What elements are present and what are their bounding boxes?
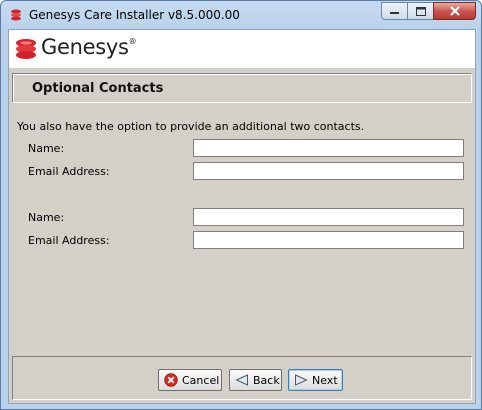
wizard-client-area: Genesys® Optional Contacts You also have…: [8, 29, 476, 404]
title-bar[interactable]: Genesys Care Installer v8.5.000.00: [1, 1, 481, 29]
intro-text: You also have the option to provide an a…: [17, 120, 365, 133]
next-button[interactable]: Next: [288, 369, 343, 391]
page-title: Optional Contacts: [32, 81, 164, 96]
cancel-icon: [164, 373, 178, 387]
next-label: Next: [312, 373, 338, 387]
contact2-email-label: Email Address:: [28, 234, 110, 247]
genesys-logo-icon: [16, 39, 36, 59]
close-icon: [449, 6, 460, 16]
contact2-name-input[interactable]: [193, 208, 464, 226]
genesys-logo-text: Genesys®: [41, 35, 137, 59]
contact1-email-label: Email Address:: [28, 165, 110, 178]
cancel-label: Cancel: [182, 373, 220, 387]
installer-window: Genesys Care Installer v8.5.000.00 Genes…: [0, 0, 482, 410]
next-arrow-icon: [295, 374, 308, 386]
trademark-mark: ®: [128, 37, 137, 46]
back-arrow-icon: [235, 374, 248, 386]
maximize-button[interactable]: [407, 2, 433, 20]
back-button[interactable]: Back: [229, 369, 282, 391]
wizard-button-bar: Cancel Back Next: [12, 356, 472, 400]
contact2-name-label: Name:: [28, 211, 65, 224]
window-title: Genesys Care Installer v8.5.000.00: [29, 8, 240, 22]
minimize-icon: [390, 12, 399, 14]
cancel-button[interactable]: Cancel: [158, 369, 222, 391]
contact2-email-input[interactable]: [193, 231, 464, 249]
brand-banner: Genesys®: [9, 30, 475, 68]
window-controls: [381, 2, 476, 21]
minimize-button[interactable]: [381, 2, 407, 20]
page-header-inner: Optional Contacts: [13, 74, 471, 102]
contact1-name-label: Name:: [28, 142, 65, 155]
close-button[interactable]: [433, 2, 476, 20]
maximize-icon: [415, 6, 426, 16]
page-header-panel: Optional Contacts: [12, 73, 472, 103]
contact1-name-input[interactable]: [193, 139, 464, 157]
app-icon: [11, 9, 21, 21]
back-label: Back: [253, 373, 280, 387]
contact1-email-input[interactable]: [193, 162, 464, 180]
brand-name: Genesys: [41, 35, 129, 59]
